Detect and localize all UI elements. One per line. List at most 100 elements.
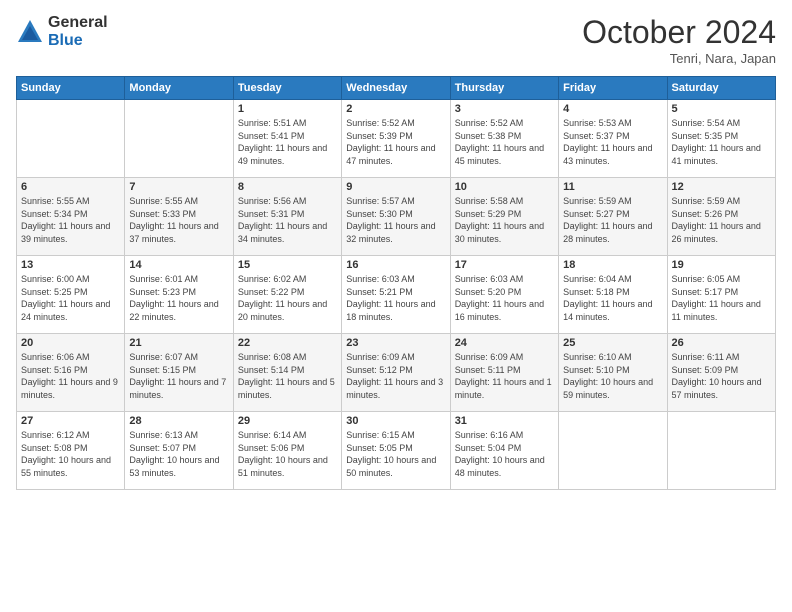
calendar-cell: 5Sunrise: 5:54 AMSunset: 5:35 PMDaylight… <box>667 100 775 178</box>
day-info: Sunrise: 6:14 AMSunset: 5:06 PMDaylight:… <box>238 429 337 479</box>
location: Tenri, Nara, Japan <box>582 51 776 66</box>
day-info: Sunrise: 6:15 AMSunset: 5:05 PMDaylight:… <box>346 429 445 479</box>
weekday-row: SundayMondayTuesdayWednesdayThursdayFrid… <box>17 77 776 100</box>
day-info: Sunrise: 6:07 AMSunset: 5:15 PMDaylight:… <box>129 351 228 401</box>
day-number: 4 <box>563 103 662 115</box>
day-info: Sunrise: 5:58 AMSunset: 5:29 PMDaylight:… <box>455 195 554 245</box>
day-number: 5 <box>672 103 771 115</box>
day-number: 31 <box>455 415 554 427</box>
calendar-cell: 20 Sunrise: 6:06 AMSunset: 5:16 PMDayligh… <box>17 334 125 412</box>
day-info: Sunrise: 5:52 AMSunset: 5:39 PMDaylight:… <box>346 117 445 167</box>
day-number: 2 <box>346 103 445 115</box>
calendar-cell <box>125 100 233 178</box>
day-info: Sunrise: 5:52 AMSunset: 5:38 PMDaylight:… <box>455 117 554 167</box>
day-info: Sunrise: 6:09 AMSunset: 5:12 PMDaylight:… <box>346 351 445 401</box>
calendar-cell: 30Sunrise: 6:15 AMSunset: 5:05 PMDayligh… <box>342 412 450 490</box>
day-info: Sunrise: 5:51 AMSunset: 5:41 PMDaylight:… <box>238 117 337 167</box>
day-number: 10 <box>455 181 554 193</box>
day-number: 29 <box>238 415 337 427</box>
calendar-cell: 23 Sunrise: 6:09 AMSunset: 5:12 PMDayligh… <box>342 334 450 412</box>
page: General Blue October 2024 Tenri, Nara, J… <box>0 0 792 612</box>
week-row-0: 1 Sunrise: 5:51 AMSunset: 5:41 PMDaylight… <box>17 100 776 178</box>
calendar-cell: 19 Sunrise: 6:05 AMSunset: 5:17 PMDayligh… <box>667 256 775 334</box>
logo-text: General Blue <box>48 14 108 49</box>
day-number: 26 <box>672 337 771 349</box>
calendar-cell: 3 Sunrise: 5:52 AMSunset: 5:38 PMDaylight… <box>450 100 558 178</box>
week-row-3: 20 Sunrise: 6:06 AMSunset: 5:16 PMDayligh… <box>17 334 776 412</box>
day-number: 13 <box>21 259 120 271</box>
calendar-cell: 31Sunrise: 6:16 AMSunset: 5:04 PMDayligh… <box>450 412 558 490</box>
day-number: 11 <box>563 181 662 193</box>
weekday-thursday: Thursday <box>450 77 558 100</box>
title-block: October 2024 Tenri, Nara, Japan <box>582 14 776 66</box>
day-number: 21 <box>129 337 228 349</box>
calendar-cell: 28Sunrise: 6:13 AMSunset: 5:07 PMDayligh… <box>125 412 233 490</box>
day-number: 16 <box>346 259 445 271</box>
day-number: 28 <box>129 415 228 427</box>
calendar-cell: 2 Sunrise: 5:52 AMSunset: 5:39 PMDaylight… <box>342 100 450 178</box>
day-info: Sunrise: 5:55 AMSunset: 5:34 PMDaylight:… <box>21 195 120 245</box>
day-number: 17 <box>455 259 554 271</box>
weekday-saturday: Saturday <box>667 77 775 100</box>
calendar-cell: 13 Sunrise: 6:00 AMSunset: 5:25 PMDayligh… <box>17 256 125 334</box>
calendar-cell <box>559 412 667 490</box>
day-info: Sunrise: 6:08 AMSunset: 5:14 PMDaylight:… <box>238 351 337 401</box>
day-info: Sunrise: 6:00 AMSunset: 5:25 PMDaylight:… <box>21 273 120 323</box>
calendar-cell: 22 Sunrise: 6:08 AMSunset: 5:14 PMDayligh… <box>233 334 341 412</box>
calendar-header: SundayMondayTuesdayWednesdayThursdayFrid… <box>17 77 776 100</box>
calendar-cell: 26Sunrise: 6:11 AMSunset: 5:09 PMDayligh… <box>667 334 775 412</box>
day-info: Sunrise: 6:04 AMSunset: 5:18 PMDaylight:… <box>563 273 662 323</box>
calendar-cell: 9Sunrise: 5:57 AMSunset: 5:30 PMDaylight… <box>342 178 450 256</box>
day-info: Sunrise: 6:09 AMSunset: 5:11 PMDaylight:… <box>455 351 554 401</box>
day-number: 19 <box>672 259 771 271</box>
day-info: Sunrise: 6:03 AMSunset: 5:20 PMDaylight:… <box>455 273 554 323</box>
weekday-sunday: Sunday <box>17 77 125 100</box>
day-number: 22 <box>238 337 337 349</box>
day-info: Sunrise: 5:57 AMSunset: 5:30 PMDaylight:… <box>346 195 445 245</box>
calendar-cell: 14 Sunrise: 6:01 AMSunset: 5:23 PMDayligh… <box>125 256 233 334</box>
week-row-4: 27Sunrise: 6:12 AMSunset: 5:08 PMDayligh… <box>17 412 776 490</box>
day-info: Sunrise: 6:05 AMSunset: 5:17 PMDaylight:… <box>672 273 771 323</box>
day-number: 24 <box>455 337 554 349</box>
header: General Blue October 2024 Tenri, Nara, J… <box>16 14 776 66</box>
day-info: Sunrise: 5:55 AMSunset: 5:33 PMDaylight:… <box>129 195 228 245</box>
day-number: 14 <box>129 259 228 271</box>
calendar-cell: 7 Sunrise: 5:55 AMSunset: 5:33 PMDaylight… <box>125 178 233 256</box>
day-info: Sunrise: 6:02 AMSunset: 5:22 PMDaylight:… <box>238 273 337 323</box>
calendar-cell: 24 Sunrise: 6:09 AMSunset: 5:11 PMDayligh… <box>450 334 558 412</box>
calendar-cell: 21 Sunrise: 6:07 AMSunset: 5:15 PMDayligh… <box>125 334 233 412</box>
calendar-cell: 25Sunrise: 6:10 AMSunset: 5:10 PMDayligh… <box>559 334 667 412</box>
calendar-cell: 15 Sunrise: 6:02 AMSunset: 5:22 PMDayligh… <box>233 256 341 334</box>
calendar-cell: 1 Sunrise: 5:51 AMSunset: 5:41 PMDaylight… <box>233 100 341 178</box>
calendar-cell: 8Sunrise: 5:56 AMSunset: 5:31 PMDaylight… <box>233 178 341 256</box>
month-title: October 2024 <box>582 14 776 51</box>
day-number: 7 <box>129 181 228 193</box>
day-info: Sunrise: 5:53 AMSunset: 5:37 PMDaylight:… <box>563 117 662 167</box>
calendar-cell: 12Sunrise: 5:59 AMSunset: 5:26 PMDayligh… <box>667 178 775 256</box>
day-number: 20 <box>21 337 120 349</box>
calendar-cell: 11Sunrise: 5:59 AMSunset: 5:27 PMDayligh… <box>559 178 667 256</box>
calendar-cell: 29 Sunrise: 6:14 AMSunset: 5:06 PMDayligh… <box>233 412 341 490</box>
day-number: 23 <box>346 337 445 349</box>
calendar-cell <box>17 100 125 178</box>
calendar-cell: 16 Sunrise: 6:03 AMSunset: 5:21 PMDayligh… <box>342 256 450 334</box>
weekday-monday: Monday <box>125 77 233 100</box>
day-info: Sunrise: 5:56 AMSunset: 5:31 PMDaylight:… <box>238 195 337 245</box>
day-info: Sunrise: 6:03 AMSunset: 5:21 PMDaylight:… <box>346 273 445 323</box>
calendar-cell: 6 Sunrise: 5:55 AMSunset: 5:34 PMDaylight… <box>17 178 125 256</box>
day-info: Sunrise: 6:06 AMSunset: 5:16 PMDaylight:… <box>21 351 120 401</box>
day-number: 15 <box>238 259 337 271</box>
day-number: 3 <box>455 103 554 115</box>
logo: General Blue <box>16 14 108 49</box>
day-info: Sunrise: 6:01 AMSunset: 5:23 PMDaylight:… <box>129 273 228 323</box>
calendar: SundayMondayTuesdayWednesdayThursdayFrid… <box>16 76 776 490</box>
day-info: Sunrise: 6:12 AMSunset: 5:08 PMDaylight:… <box>21 429 120 479</box>
day-number: 6 <box>21 181 120 193</box>
calendar-cell <box>667 412 775 490</box>
logo-general: General <box>48 14 108 32</box>
weekday-friday: Friday <box>559 77 667 100</box>
weekday-tuesday: Tuesday <box>233 77 341 100</box>
logo-blue: Blue <box>48 32 108 50</box>
calendar-cell: 4 Sunrise: 5:53 AMSunset: 5:37 PMDaylight… <box>559 100 667 178</box>
day-number: 1 <box>238 103 337 115</box>
